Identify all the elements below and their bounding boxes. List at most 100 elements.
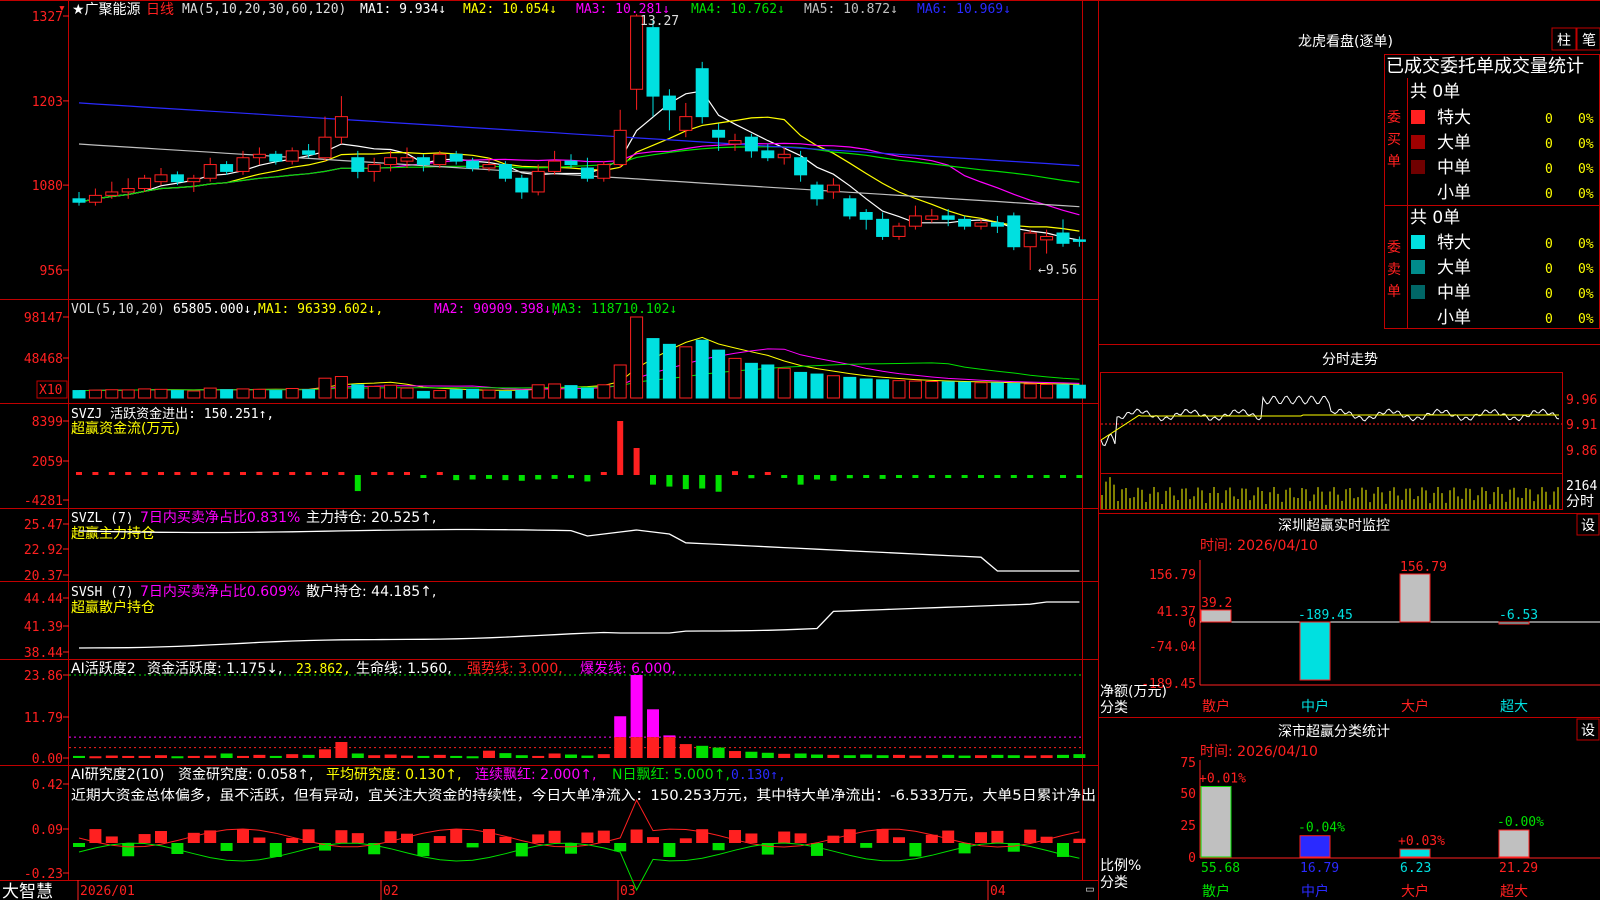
ai2-bar [565,843,577,854]
candle-body [334,116,348,138]
ma-label: MA(5,10,20,30,60,120) [182,2,346,17]
sell-side-label: 委卖单 [1387,240,1401,300]
candle-body [433,153,447,166]
x-axis-labels: 2026/01 02 03 04 [77,880,1006,900]
y-tick-label: 1203 [32,95,63,110]
intraday-tick: 9.96 [1566,393,1597,408]
ai-bar [105,755,118,758]
table-header: 已成交委托单成交量统计 [1386,56,1584,77]
candle-body [88,194,102,203]
cls-bottom-label: 55.68 [1201,861,1240,876]
svzj-bar [584,475,591,482]
cls-date: 时间: 2026/04/10 [1200,744,1318,760]
low-label: ←9.56 [1038,263,1077,278]
vol-bar [1072,384,1086,399]
cls-title: 深市超赢分类统计 [1278,723,1390,740]
ai-bar [204,755,217,758]
candle-body [580,167,594,179]
cls-bottom-label: 16.79 [1300,861,1339,876]
candle-body [958,218,972,227]
ai-bar [745,751,758,758]
vol-bar [908,380,922,399]
buy-side-label: 委买单 [1387,110,1401,170]
svzj-bar [1010,475,1017,478]
candle-body [1023,232,1037,248]
ai-bars [69,674,1086,759]
ai2-label: AI研究度2(10) [71,767,164,783]
candle-body [72,198,86,203]
y-tick-label: 44.44 [24,592,63,607]
row-swatch [1411,135,1425,149]
vol-bar [121,389,135,399]
row-swatch [1411,260,1425,274]
ai-bar [925,755,938,758]
vol-bar [466,388,480,399]
candle-body [138,177,152,190]
high-label: 13.27 [640,14,679,29]
svzl-label: SVZL (7) [71,511,134,526]
ai-bar [975,755,987,758]
y-tick-label: 22.92 [24,543,63,558]
vol-bar [88,389,102,399]
vol-bar [843,376,857,399]
ai-bar [269,755,282,758]
svzl-sub: 超赢主力持仓 [71,525,155,542]
ai-bar [237,755,249,758]
svzj-bar [1027,475,1034,478]
svzj-bar [387,472,394,475]
vol-bar [761,364,775,399]
vol-legend-item: MA1: 96339.602↓, [258,302,383,317]
vol-bar [744,362,758,399]
svzj-bar [371,472,378,475]
tab-bi-label: 笔 [1582,33,1596,49]
row-name: 中单 [1437,158,1471,178]
candle-body [892,225,906,237]
ai2-bar [483,829,495,843]
row-count: 0 [1545,312,1553,327]
vol-bar [646,338,660,399]
vol-bar [679,346,693,399]
ai2-bar [433,836,446,843]
svzj-y-ticks: 8399 2059 -4281 [24,415,69,509]
y-tick-label: 25.47 [24,518,63,533]
row-count: 0 [1545,237,1553,252]
ai-bar [893,754,905,758]
ai-bar [647,737,659,758]
svzl-desc: 7日内买卖净占比0.831% [140,510,300,526]
main-y-ticks: 1327 1203 1080 956 [32,10,69,279]
candle-body [121,188,135,193]
vol-bar [892,380,906,399]
svzj-bar [518,475,525,481]
ai2-bar [991,830,1004,843]
ai-bar [843,755,856,758]
y-tick-label: 48468 [24,352,63,367]
vol-legend: MA1: 96339.602↓, MA2: 90909.398↓,MA3: 118… [258,302,677,317]
y-tick-label: 1327 [32,10,63,25]
ai-bar [187,755,200,758]
vol-bar [302,389,316,399]
svzj-bar [781,475,788,478]
y-tick-label: 41.39 [24,620,63,635]
svzj-bar [978,475,984,478]
lock-icon[interactable]: ▭ [1086,882,1094,897]
svzj-label: SVZJ 活跃资金进出: 150.251↑, [71,406,274,422]
vol-bar [613,364,627,399]
candle-body [220,164,234,172]
stock-title: ★广聚能源 [72,2,141,18]
cls-ratio-chart: 75 50 25 0 +0.01% 55.68 散户 -0.04% 16.79 中户 +0.03% 6… [1180,756,1600,900]
svzj-bar [715,475,722,492]
ai-bar [548,753,561,758]
sell-label-char: 卖 [1387,262,1401,278]
cls-cat-label: 超大 [1500,884,1528,900]
ai-bar [909,755,922,758]
row-swatch [1411,285,1425,299]
ai-bar-top [614,716,627,738]
period-label[interactable]: 日线 [146,2,174,18]
ma-line [78,102,1080,167]
svzj-bar [108,472,115,475]
candle-body [384,157,398,166]
ai-bar-top [630,675,643,738]
ai-bar [614,737,627,758]
candle-body [269,153,283,162]
sz-cat-label: 中户 [1301,698,1329,715]
